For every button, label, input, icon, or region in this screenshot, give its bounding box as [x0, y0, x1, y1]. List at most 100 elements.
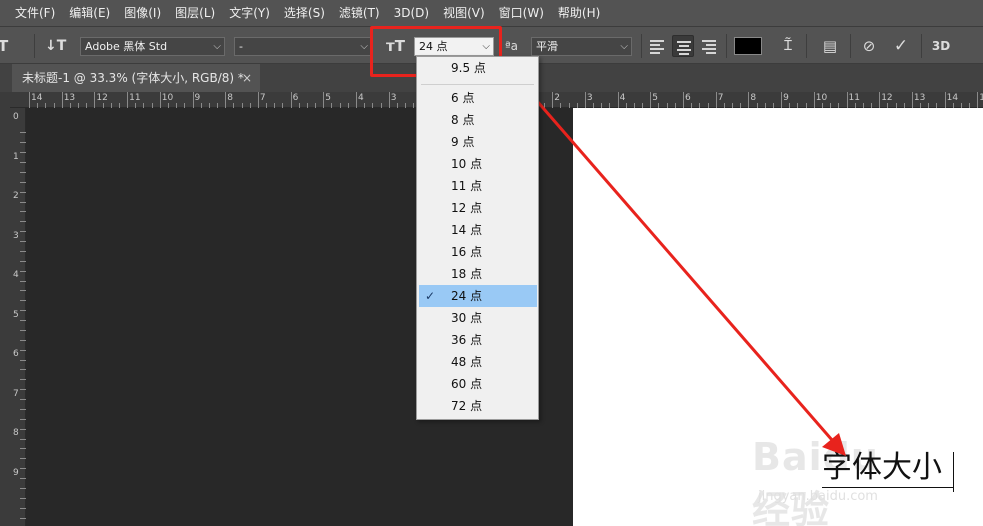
menu-image[interactable]: 图像(I) — [117, 0, 168, 26]
ruler-minor-tick — [20, 448, 26, 449]
font-size-option[interactable]: 48 点 — [419, 351, 537, 373]
font-size-option[interactable]: 11 点 — [419, 175, 537, 197]
ruler-minor-tick — [20, 468, 26, 469]
3d-icon[interactable]: 3D — [929, 27, 953, 65]
ruler-minor-tick — [20, 379, 26, 380]
align-left-button[interactable] — [646, 35, 668, 57]
ruler-minor-tick — [20, 359, 26, 361]
ruler-minor-tick — [20, 339, 26, 341]
menu-edit[interactable]: 编辑(E) — [62, 0, 117, 26]
font-size-current[interactable]: 9.5 点 — [417, 57, 538, 79]
ruler-label: 5 — [325, 93, 332, 103]
font-size-option[interactable]: 18 点 — [419, 263, 537, 285]
menu-type[interactable]: 文字(Y) — [222, 0, 277, 26]
ruler-label: 8 — [227, 93, 233, 103]
ruler-label: 12 — [881, 93, 893, 103]
font-size-option[interactable]: 36 点 — [419, 329, 537, 351]
ruler-minor-tick — [20, 320, 26, 321]
ruler-minor-tick — [20, 142, 26, 143]
ruler-label: 3 — [390, 93, 397, 103]
align-right-button[interactable] — [698, 35, 720, 57]
font-style-select[interactable]: - ⌵ — [234, 37, 372, 56]
canvas-text-layer[interactable]: 字体大小 — [822, 448, 942, 488]
menu-3d[interactable]: 3D(D) — [387, 0, 436, 26]
font-size-option-selected[interactable]: ✓ 24 点 — [419, 285, 537, 307]
chevron-down-icon: ⌵ — [213, 41, 221, 52]
ruler-minor-tick — [20, 517, 26, 519]
type-tool-icon[interactable]: T — [0, 27, 8, 65]
ruler-label: 11 — [129, 93, 141, 103]
ruler-minor-tick — [20, 408, 26, 410]
commit-icon[interactable]: ✓ — [889, 27, 913, 65]
text-color-swatch[interactable] — [734, 37, 762, 55]
ruler-label: 2 — [13, 191, 19, 201]
menu-filter[interactable]: 滤镜(T) — [332, 0, 387, 26]
font-size-option[interactable]: 9 点 — [419, 131, 537, 153]
menu-window[interactable]: 窗口(W) — [492, 0, 551, 26]
ruler-minor-tick — [20, 290, 26, 291]
ruler-minor-tick — [20, 478, 26, 479]
ruler-minor-tick — [20, 418, 26, 420]
ruler-label: 5 — [13, 309, 19, 320]
font-size-option[interactable]: 8 点 — [419, 109, 537, 131]
toggle-text-orientation-icon[interactable]: ↓T — [45, 27, 66, 65]
ruler-label: 14 — [31, 93, 43, 103]
ruler-label: 12 — [96, 93, 108, 103]
antialias-value: 平滑 — [536, 40, 558, 53]
ruler-minor-tick — [20, 221, 26, 222]
close-icon[interactable]: × — [242, 64, 252, 92]
menu-help[interactable]: 帮助(H) — [551, 0, 607, 26]
ruler-label: 10 — [161, 93, 174, 103]
divider — [850, 34, 851, 58]
ruler-minor-tick — [20, 507, 26, 509]
ruler-label: 13 — [63, 93, 76, 103]
ruler-minor-tick — [20, 497, 26, 499]
ruler-label: 9 — [783, 93, 789, 103]
menu-file[interactable]: 文件(F) — [8, 0, 62, 26]
ruler-label: 3 — [586, 93, 593, 103]
font-size-option[interactable]: 14 点 — [419, 219, 537, 241]
font-size-dropdown: 9.5 点 6 点 8 点 9 点 10 点 11 点 12 点 14 点 16… — [416, 56, 539, 420]
font-size-option[interactable]: 6 点 — [419, 87, 537, 109]
menu-select[interactable]: 选择(S) — [277, 0, 332, 26]
ruler-label: 7 — [717, 93, 724, 103]
divider — [726, 34, 727, 58]
ruler-minor-tick — [20, 270, 26, 272]
font-size-option[interactable]: 12 点 — [419, 197, 537, 219]
align-left-icon — [650, 40, 664, 56]
font-size-option[interactable]: 60 点 — [419, 373, 537, 395]
font-size-option[interactable]: 10 点 — [419, 153, 537, 175]
ruler-minor-tick — [20, 181, 26, 183]
ruler-minor-tick — [20, 310, 26, 311]
align-center-icon — [677, 41, 691, 57]
font-size-option[interactable]: 72 点 — [419, 395, 537, 417]
ruler-label: 11 — [848, 93, 860, 103]
ruler-minor-tick — [20, 369, 26, 370]
ruler-label: 6 — [685, 93, 691, 103]
ruler-minor-tick — [20, 300, 26, 301]
warp-text-icon[interactable]: Ɪ̃ — [776, 27, 800, 65]
divider — [34, 34, 35, 58]
menu-layer[interactable]: 图层(L) — [168, 0, 222, 26]
character-panel-icon[interactable]: ▤ — [818, 27, 842, 65]
ruler-minor-tick — [20, 241, 26, 242]
font-family-select[interactable]: Adobe 黑体 Std ⌵ — [80, 37, 225, 56]
ruler-label: 6 — [292, 93, 299, 103]
font-size-option-label: 24 点 — [451, 289, 483, 303]
font-style-value: - — [239, 40, 243, 53]
font-size-option[interactable]: 16 点 — [419, 241, 537, 263]
antialias-select[interactable]: 平滑 ⌵ — [531, 37, 632, 56]
cancel-icon[interactable]: ⊘ — [857, 27, 881, 65]
ruler-minor-tick — [20, 399, 26, 400]
ruler-minor-tick — [20, 250, 26, 252]
ruler-label: 14 — [946, 93, 959, 103]
ruler-label: 4 — [13, 270, 19, 280]
align-center-button[interactable] — [672, 35, 694, 57]
ruler-label: 6 — [13, 349, 19, 359]
font-size-option[interactable]: 30 点 — [419, 307, 537, 329]
document-tab[interactable]: 未标题-1 @ 33.3% (字体大小, RGB/8) * × — [12, 64, 260, 92]
ruler-label: 2 — [554, 93, 560, 103]
ruler-label: 4 — [619, 93, 626, 103]
ruler-minor-tick — [20, 487, 26, 489]
menu-view[interactable]: 视图(V) — [436, 0, 492, 26]
